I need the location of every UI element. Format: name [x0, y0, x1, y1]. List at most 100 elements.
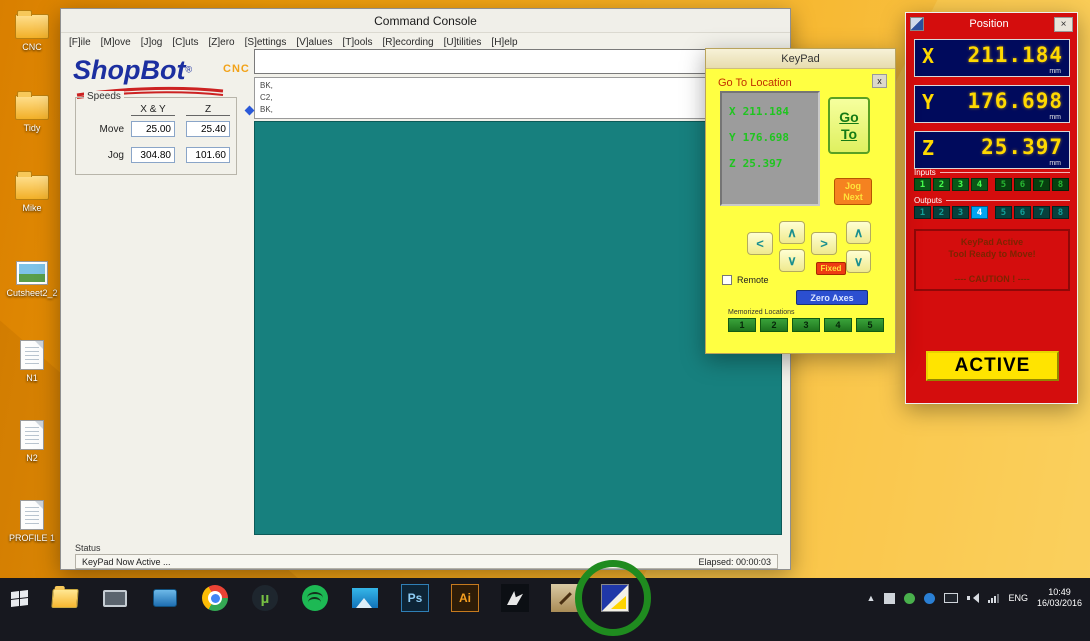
menu-zero[interactable]: [Z]ero	[209, 37, 235, 48]
jog-label: Jog	[107, 150, 124, 161]
menu-values[interactable]: [V]alues	[296, 37, 332, 48]
col-header-xy: X & Y	[131, 104, 175, 116]
network-icon[interactable]	[988, 593, 1000, 603]
clock[interactable]: 10:49 16/03/2016	[1037, 587, 1082, 609]
desktop-icon-tidy[interactable]: Tidy	[1, 91, 63, 133]
keypad-title-bar[interactable]: KeyPad	[706, 49, 895, 69]
desktop-icon-label: Tidy	[23, 123, 41, 133]
axis-label: Z	[922, 136, 935, 160]
status-bar: KeyPad Now Active ... Elapsed: 00:00:03	[75, 554, 778, 569]
input-led-4: 4	[971, 178, 988, 191]
taskbar-cam-app[interactable]	[500, 583, 530, 613]
keypad-body: Go To Location x X 211.184 Y 176.698 Z 2…	[706, 69, 895, 353]
z-up-button[interactable]: ∧	[846, 221, 871, 244]
menu-utilities[interactable]: [U]tilities	[444, 37, 482, 48]
command-output-list[interactable]: BK, C2, BK,	[254, 77, 782, 119]
menu-help[interactable]: [H]elp	[491, 37, 517, 48]
desktop-icon-cutsheet[interactable]: Cutsheet2_2	[1, 261, 63, 298]
menu-cuts[interactable]: [C]uts	[172, 37, 198, 48]
memorized-location-1-button[interactable]: 1	[728, 318, 756, 332]
photoshop-icon: Ps	[401, 584, 429, 612]
jog-z-input[interactable]	[186, 147, 230, 163]
monitor-icon[interactable]	[944, 593, 959, 603]
taskbar-photos[interactable]	[350, 583, 380, 613]
position-title-bar[interactable]: Position ×	[906, 13, 1077, 35]
inputs-label: Inputs	[914, 168, 1070, 177]
jog-xy-input[interactable]	[131, 147, 175, 163]
go-to-button[interactable]: Go To	[828, 97, 870, 154]
z-down-button[interactable]: ∨	[846, 250, 871, 273]
memorized-location-5-button[interactable]: 5	[856, 318, 884, 332]
monitor-app-icon	[103, 589, 127, 607]
taskbar: µ Ps Ai ▲ ENG 10:49 16/03/2016	[0, 578, 1090, 641]
shopbot-icon	[601, 584, 629, 612]
remote-checkbox-row: Remote	[722, 275, 769, 285]
desktop-icon-cnc[interactable]: CNC	[1, 10, 63, 52]
cnc-workspace-canvas	[254, 121, 782, 535]
axis-label: Y	[729, 130, 736, 144]
move-xy-input[interactable]	[131, 121, 175, 137]
memorized-location-3-button[interactable]: 3	[792, 318, 820, 332]
arrow-left-button[interactable]: <	[747, 232, 773, 255]
menu-recording[interactable]: [R]ecording	[382, 37, 433, 48]
remote-checkbox[interactable]	[722, 275, 732, 285]
taskbar-spotify[interactable]	[300, 583, 330, 613]
taskbar-illustrator[interactable]: Ai	[450, 583, 480, 613]
command-input[interactable]	[254, 49, 782, 74]
memorized-location-4-button[interactable]: 4	[824, 318, 852, 332]
display-row-x: X 211.184	[722, 98, 818, 124]
fixed-button[interactable]: Fixed	[816, 262, 846, 275]
document-icon	[20, 420, 44, 450]
arrow-up-button[interactable]: ∧	[779, 221, 805, 244]
window-title: KeyPad	[781, 53, 820, 65]
language-indicator[interactable]: ENG	[1008, 593, 1028, 603]
taskbar-chrome[interactable]	[200, 583, 230, 613]
taskbar-shopbot[interactable]	[600, 583, 630, 613]
menu-settings[interactable]: [S]ettings	[245, 37, 287, 48]
taskbar-photoshop[interactable]: Ps	[400, 583, 430, 613]
menu-move[interactable]: [M]ove	[101, 37, 131, 48]
volume-icon[interactable]	[967, 592, 980, 604]
taskbar-media-app[interactable]	[150, 583, 180, 613]
arrow-down-button[interactable]: ∨	[779, 249, 805, 272]
system-tray: ▲ ENG 10:49 16/03/2016	[867, 578, 1090, 618]
blue-status-icon[interactable]	[924, 592, 936, 604]
close-icon[interactable]: ×	[1054, 16, 1073, 32]
desktop-icon-profile1[interactable]: PROFILE 1	[1, 500, 63, 543]
warning-line-1: KeyPad Active	[960, 237, 1024, 247]
output-led-6: 6	[1014, 206, 1031, 219]
editor-app-icon	[551, 584, 579, 612]
file-explorer-icon	[51, 588, 79, 608]
green-status-icon[interactable]	[904, 592, 916, 604]
taskbar-system-monitor[interactable]	[100, 583, 130, 613]
arrow-right-button[interactable]: >	[811, 232, 837, 255]
command-console-window: Command Console [F]ile [M]ove [J]og [C]u…	[60, 8, 791, 570]
utorrent-icon: µ	[252, 585, 278, 611]
axis-unit: mm	[1049, 114, 1061, 121]
taskbar-utorrent[interactable]: µ	[250, 583, 280, 613]
caution-panel: KeyPad Active Tool Ready to Move! ---- C…	[914, 229, 1070, 291]
hidden-icons-arrow-icon[interactable]: ▲	[867, 593, 876, 603]
desktop-icon-mike[interactable]: Mike	[1, 171, 63, 213]
grid-icon[interactable]	[884, 592, 896, 604]
taskbar-file-explorer[interactable]	[50, 583, 80, 613]
jog-next-line1: Jog	[844, 180, 861, 191]
menu-jog[interactable]: [J]og	[141, 37, 163, 48]
output-line: C2,	[260, 93, 273, 102]
menu-file[interactable]: [F]ile	[69, 37, 91, 48]
taskbar-editor-app[interactable]	[550, 583, 580, 613]
display-row-z: Z 25.397	[722, 150, 818, 176]
desktop-icon-n2[interactable]: N2	[1, 420, 63, 463]
desktop-icon-n1[interactable]: N1	[1, 340, 63, 383]
memorized-location-2-button[interactable]: 2	[760, 318, 788, 332]
console-title-bar[interactable]: Command Console	[61, 9, 790, 33]
zero-axes-button[interactable]: Zero Axes	[796, 290, 868, 305]
input-led-1: 1	[914, 178, 931, 191]
start-button[interactable]	[0, 578, 38, 618]
close-icon[interactable]: x	[872, 74, 887, 88]
elapsed-time: Elapsed: 00:00:03	[698, 556, 771, 567]
move-z-input[interactable]	[186, 121, 230, 137]
jog-next-button[interactable]: Jog Next	[834, 178, 872, 205]
active-button[interactable]: ACTIVE	[926, 351, 1059, 381]
menu-tools[interactable]: [T]ools	[342, 37, 372, 48]
